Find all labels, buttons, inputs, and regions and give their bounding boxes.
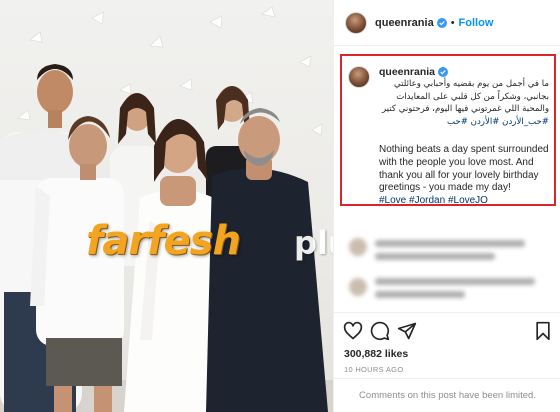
post-photo[interactable]: farfesh plus.com — [0, 0, 333, 412]
comment-icon[interactable] — [370, 321, 390, 341]
header-separator: • — [450, 16, 455, 29]
caption-english-hashtags[interactable]: #Love #Jordan #LoveJO — [379, 195, 555, 208]
blurred-avatar — [349, 278, 367, 296]
post-side-panel: queenrania • Follow queenrania ما في أجم… — [333, 0, 560, 412]
caption-arabic-text: ما في أجمل من يوم بقضيه وأحبابي وعائلتي … — [381, 79, 549, 115]
blurred-avatar — [349, 238, 367, 256]
post-header: queenrania • Follow — [334, 0, 560, 46]
caption-english: Nothing beats a day spent surrounded wit… — [379, 144, 555, 208]
blurred-comments — [349, 238, 549, 312]
header-username[interactable]: queenrania — [375, 17, 434, 29]
caption-username[interactable]: queenrania — [379, 66, 435, 78]
verified-badge-icon — [438, 67, 449, 77]
caption-arabic: ما في أجمل من يوم بقضيه وأحبابي وعائلتي … — [379, 78, 549, 128]
caption-english-text: Nothing beats a day spent surrounded wit… — [379, 144, 549, 194]
verified-badge-icon — [436, 17, 447, 28]
share-icon[interactable] — [397, 321, 417, 341]
comments-limited-notice: Comments on this post have been limited. — [334, 378, 560, 412]
caption-avatar[interactable] — [348, 66, 370, 88]
post-timestamp[interactable]: 10 HOURS AGO — [344, 365, 403, 374]
likes-count[interactable]: 300,882 likes — [344, 348, 408, 360]
family-photo-illustration — [0, 6, 333, 412]
profile-avatar[interactable] — [345, 11, 367, 34]
heart-icon[interactable] — [343, 321, 363, 341]
bookmark-icon[interactable] — [533, 321, 553, 341]
caption-arabic-hashtags[interactable]: #حب_الأردن #الأردن #حب — [447, 117, 549, 127]
caption-username-row: queenrania — [379, 66, 449, 78]
follow-button[interactable]: Follow — [459, 17, 494, 29]
caption-highlight-box: queenrania ما في أجمل من يوم بقضيه وأحبا… — [340, 54, 556, 206]
